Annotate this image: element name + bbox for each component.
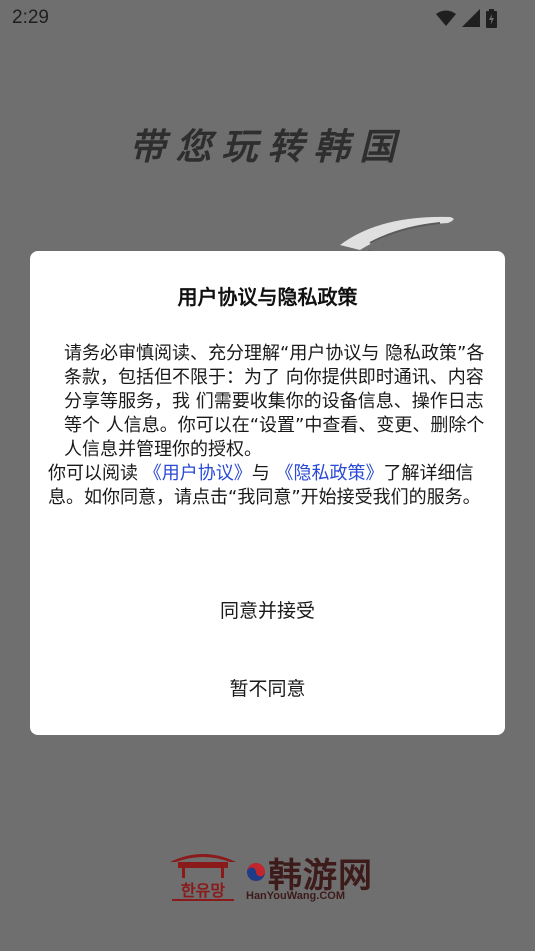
battery-icon: [486, 8, 497, 28]
signal-icon: [462, 9, 480, 27]
status-icons: [436, 8, 497, 28]
status-bar: 2:29: [0, 0, 535, 36]
dialog-title: 用户协议与隐私政策: [177, 285, 358, 309]
status-time: 2:29: [12, 7, 49, 28]
privacy-dialog: 用户协议与隐私政策 请务必审慎阅读、充分理解“用户协议与 隐私政策”各条款，包括…: [30, 251, 505, 735]
brand-emblem-icon: 한유망: [170, 854, 236, 901]
taeguk-icon: [247, 863, 265, 881]
wifi-icon: [436, 10, 456, 26]
dialog-body: 请务必审慎阅读、充分理解“用户协议与 隐私政策”各条款，包括但不限于：为了 向你…: [48, 342, 488, 510]
agree-button[interactable]: 同意并接受: [30, 596, 505, 623]
decline-button[interactable]: 暂不同意: [30, 674, 505, 701]
splash-slogan: 带您玩转韩国: [129, 126, 406, 168]
brand-korean-text: 한유망: [181, 881, 225, 900]
dialog-paragraph-terms: 请务必审慎阅读、充分理解“用户协议与 隐私政策”各条款，包括但不限于：为了 向你…: [64, 343, 485, 460]
brand-logo: 한유망 韩游网 HanYouWang.COM: [164, 848, 374, 908]
links-and-text: 与: [251, 463, 276, 484]
app-screen: 2:29 带您玩转韩国 用户协议与隐私政策 请务必审慎阅读、充分理解“用户协议与…: [0, 0, 535, 951]
user-agreement-link[interactable]: 《用户协议》: [144, 463, 252, 484]
dialog-paragraph-links: 你可以阅读 《用户协议》与 《隐私政策》了解详细信息。如你同意，请点击“我同意”…: [48, 462, 488, 510]
links-prefix-text: 你可以阅读: [48, 463, 144, 484]
privacy-policy-link[interactable]: 《隐私政策》: [275, 463, 383, 484]
brand-domain: HanYouWang.COM: [246, 890, 345, 902]
